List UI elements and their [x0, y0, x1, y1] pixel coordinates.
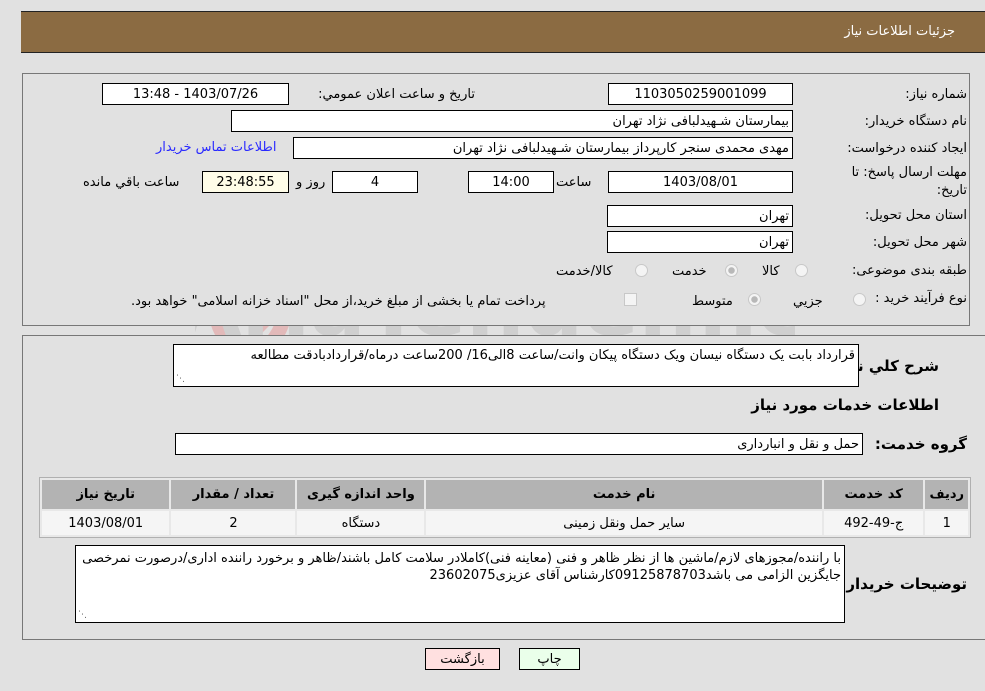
treasury-bonds-checkbox[interactable]: [624, 293, 637, 306]
page-header: جزئیات اطلاعات نیاز: [21, 11, 985, 53]
print-button[interactable]: چاپ: [519, 648, 580, 670]
table-row: 1 ج-49-492 سایر حمل ونقل زمینی دستگاه 2 …: [42, 511, 968, 535]
time-remaining-label: ساعت باقي مانده: [83, 175, 180, 190]
purchase-type-minor-label: جزيي: [793, 294, 823, 309]
category-option-goods-label: کالا: [762, 264, 780, 279]
need-number-label: شماره نیاز:: [905, 87, 967, 102]
deadline-time-label: ساعت: [556, 175, 592, 190]
deadline-label-line2: تاریخ:: [936, 183, 967, 198]
col-header-unit: واحد اندازه گیری: [297, 480, 425, 509]
province-field[interactable]: تهران: [607, 205, 793, 227]
buyer-contact-link[interactable]: اطلاعات تماس خریدار: [156, 140, 276, 155]
col-header-quantity: تعداد / مقدار: [171, 480, 296, 509]
purchase-type-medium-label: متوسط: [692, 294, 733, 309]
category-option-service-label: خدمت: [672, 264, 707, 279]
buyer-org-field[interactable]: بیمارستان شـهیدلبافی نژاد تهران: [231, 110, 793, 132]
buyer-org-label: نام دستگاه خریدار:: [864, 114, 967, 129]
announce-datetime-field[interactable]: 1403/07/26 - 13:48: [102, 83, 289, 105]
requester-field[interactable]: مهدی محمدی سنجر کارپرداز بیمارستان شـهید…: [293, 137, 793, 159]
category-radio-goods-service[interactable]: [635, 264, 648, 277]
category-option-goods-service-label: کالا/خدمت: [556, 264, 613, 279]
resize-handle-icon[interactable]: ⋰: [176, 375, 185, 384]
cell-need-date: 1403/08/01: [42, 511, 170, 535]
page-title: جزئیات اطلاعات نیاز: [844, 24, 955, 39]
days-remaining-field[interactable]: 4: [332, 171, 418, 193]
cell-quantity: 2: [171, 511, 296, 535]
description-text: قرارداد بابت یک دستگاه نیسان ویک دستگاه …: [250, 348, 855, 363]
description-textarea[interactable]: قرارداد بابت یک دستگاه نیسان ویک دستگاه …: [173, 344, 859, 387]
col-header-row-number: ردیف: [925, 480, 968, 509]
services-table: ردیف کد خدمت نام خدمت واحد اندازه گیری ت…: [39, 477, 971, 538]
announce-datetime-label: تاریخ و ساعت اعلان عمومي:: [318, 87, 475, 102]
buyer-notes-text: با راننده/مجوزهای لازم/ماشین ها از نظر ظ…: [82, 551, 841, 583]
resize-handle-icon[interactable]: ⋰: [78, 611, 87, 620]
table-header-row: ردیف کد خدمت نام خدمت واحد اندازه گیری ت…: [42, 480, 968, 509]
cell-unit: دستگاه: [297, 511, 425, 535]
requester-label: ایجاد کننده درخواست:: [847, 141, 967, 156]
cell-service-code: ج-49-492: [823, 511, 924, 535]
need-number-field[interactable]: 1103050259001099: [608, 83, 793, 105]
city-label: شهر محل تحویل:: [872, 235, 967, 250]
category-radio-service[interactable]: [725, 264, 738, 277]
deadline-label-line1: مهلت ارسال پاسخ: تا: [851, 165, 967, 180]
purchase-type-radio-minor[interactable]: [853, 293, 866, 306]
buyer-notes-textarea[interactable]: با راننده/مجوزهای لازم/ماشین ها از نظر ظ…: [75, 545, 845, 623]
days-label: روز و: [296, 175, 326, 190]
cell-service-name: سایر حمل ونقل زمینی: [426, 511, 822, 535]
category-radio-goods[interactable]: [795, 264, 808, 277]
service-group-field[interactable]: حمل و نقل و انبارداری: [175, 433, 863, 455]
col-header-need-date: تاریخ نیاز: [42, 480, 170, 509]
service-group-label: گروه خدمت:: [874, 435, 967, 453]
cell-row-number: 1: [925, 511, 968, 535]
back-button[interactable]: بازگشت: [425, 648, 500, 670]
deadline-time-field[interactable]: 14:00: [468, 171, 554, 193]
buyer-notes-label: توضیحات خریدار:: [840, 575, 967, 593]
col-header-service-name: نام خدمت: [426, 480, 822, 509]
province-label: استان محل تحویل:: [865, 208, 967, 223]
col-header-service-code: کد خدمت: [823, 480, 924, 509]
time-remaining-field[interactable]: 23:48:55: [202, 171, 289, 193]
category-label: طبقه بندی موضوعی:: [851, 263, 967, 278]
treasury-bonds-label: پرداخت تمام یا بخشی از مبلغ خرید،از محل …: [131, 294, 546, 309]
purchase-type-label: نوع فرآیند خرید :: [875, 291, 967, 306]
services-section-title: اطلاعات خدمات مورد نیاز: [751, 396, 939, 414]
city-field[interactable]: تهران: [607, 231, 793, 253]
deadline-date-field[interactable]: 1403/08/01: [608, 171, 793, 193]
purchase-type-radio-medium[interactable]: [748, 293, 761, 306]
